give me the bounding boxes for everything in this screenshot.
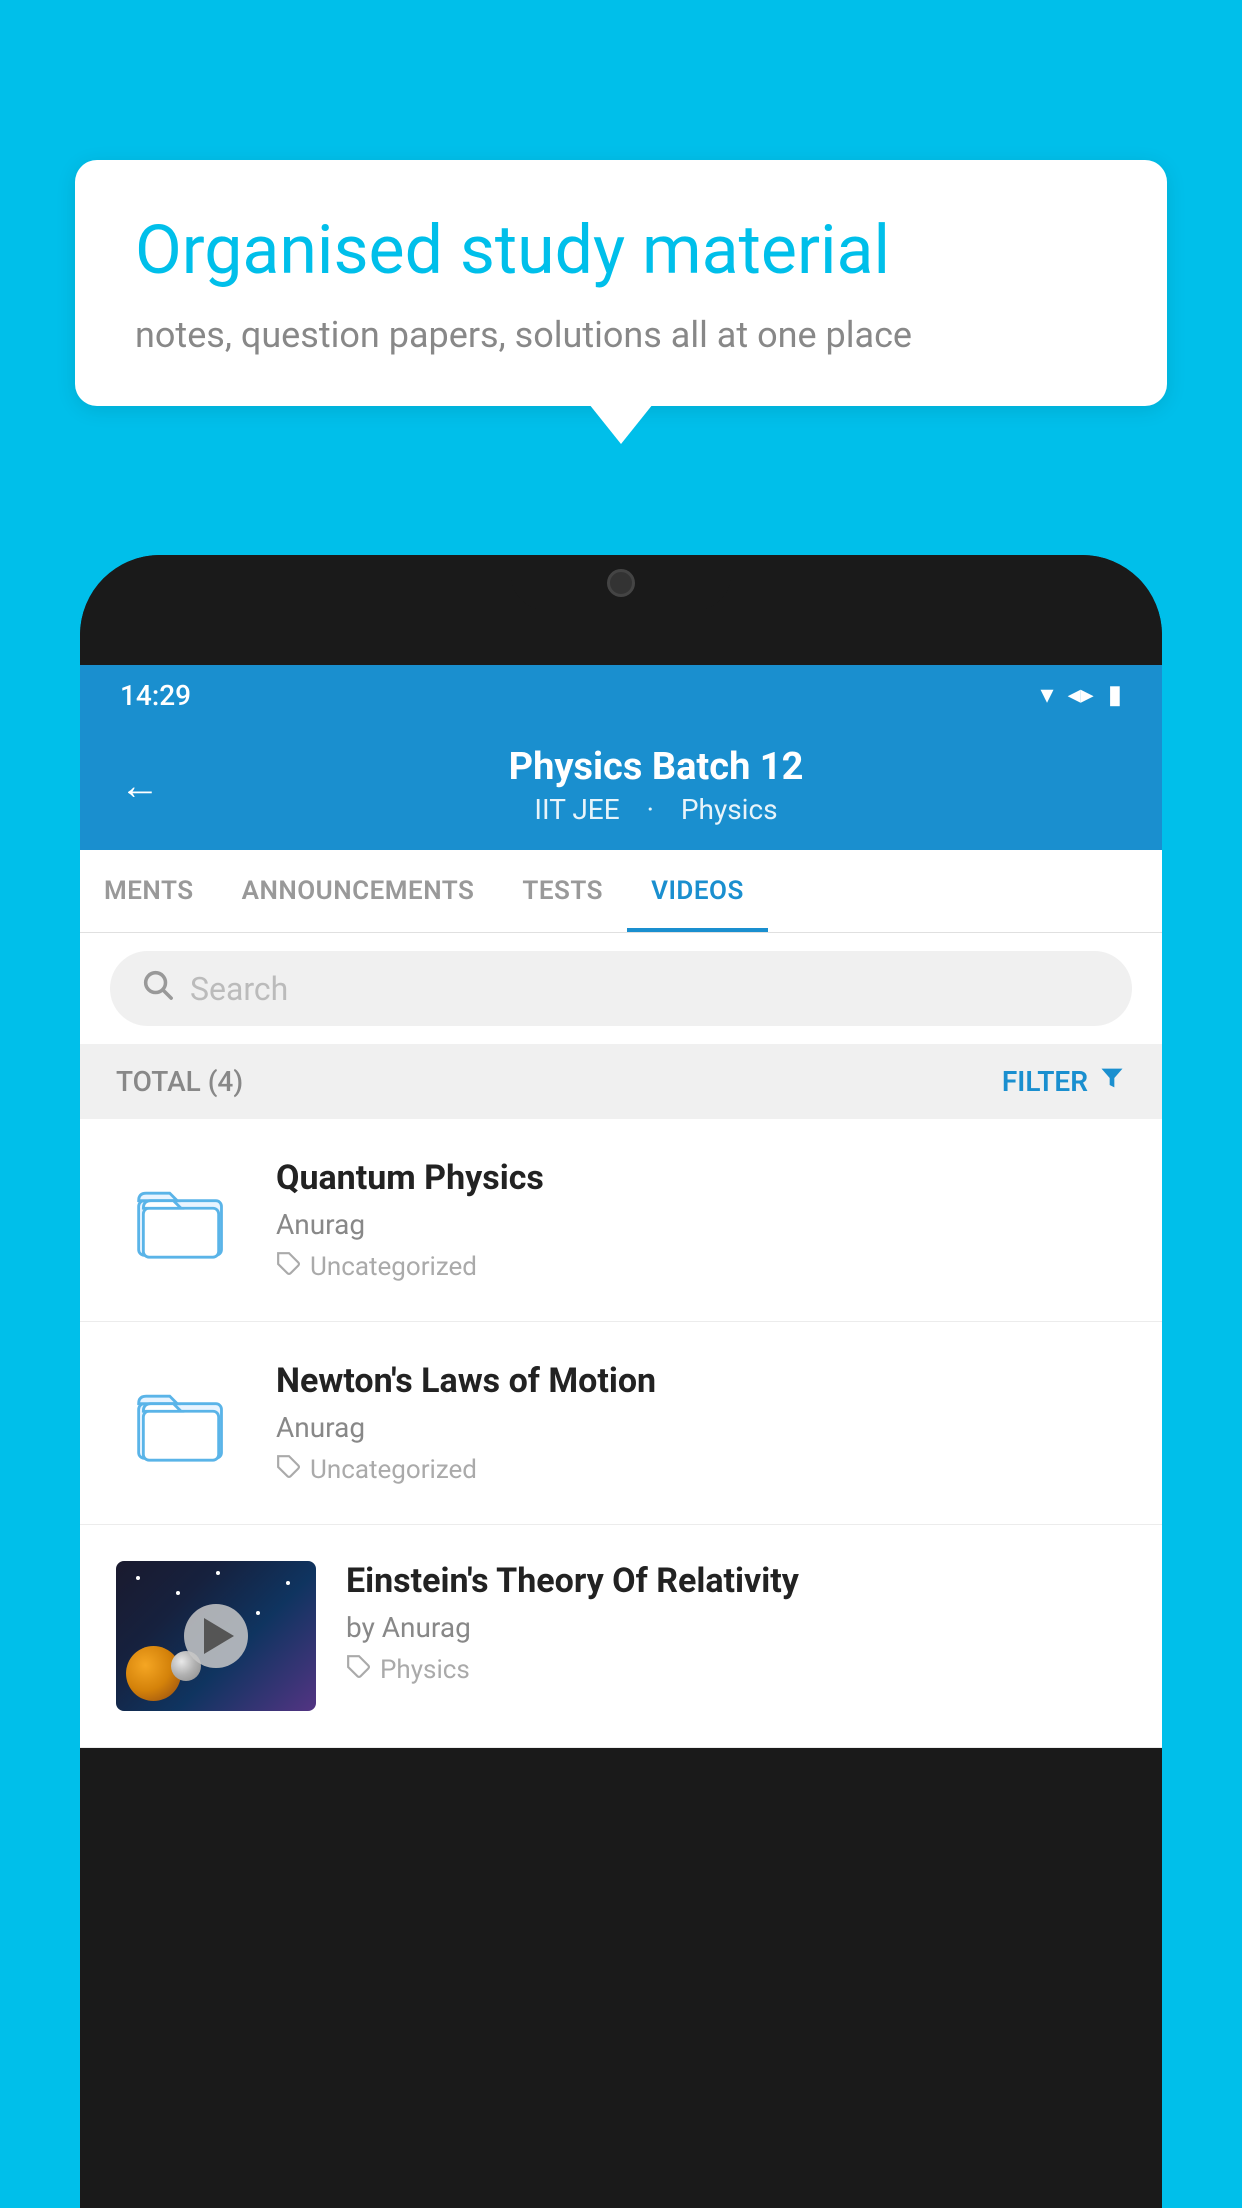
- speech-bubble: Organised study material notes, question…: [75, 160, 1167, 406]
- video-info-2: Newton's Laws of Motion Anurag Uncategor…: [276, 1361, 1126, 1486]
- video-item-2[interactable]: Newton's Laws of Motion Anurag Uncategor…: [80, 1322, 1162, 1525]
- video-author-3: by Anurag: [346, 1611, 1126, 1644]
- folder-icon-1: [131, 1180, 231, 1260]
- folder-icon-2: [131, 1383, 231, 1463]
- video-title-2: Newton's Laws of Motion: [276, 1361, 1126, 1401]
- video-tag-3: Physics: [346, 1654, 1126, 1686]
- back-button[interactable]: ←: [120, 762, 160, 809]
- thumb-2: [116, 1358, 246, 1488]
- video-item-3[interactable]: Einstein's Theory Of Relativity by Anura…: [80, 1525, 1162, 1748]
- subtitle-sep: ·: [647, 793, 661, 826]
- header-info: Physics Batch 12 IIT JEE · Physics: [190, 745, 1122, 826]
- video-item-1[interactable]: Quantum Physics Anurag Uncategorized: [80, 1119, 1162, 1322]
- play-triangle: [204, 1618, 234, 1654]
- tag-icon-3: [346, 1654, 372, 1686]
- tab-ments[interactable]: MENTS: [80, 850, 218, 932]
- phone-frame: 14:29 ▾ ◂▸ ▮ ← Physics Batch 12 IIT JEE …: [80, 555, 1162, 2208]
- bubble-subtitle: notes, question papers, solutions all at…: [135, 314, 1107, 356]
- bubble-title: Organised study material: [135, 210, 1107, 292]
- filter-label: FILTER: [1002, 1065, 1088, 1098]
- video-tag-text-3: Physics: [380, 1655, 470, 1685]
- tab-bar: MENTS ANNOUNCEMENTS TESTS VIDEOS: [80, 850, 1162, 933]
- subtitle-physics: Physics: [681, 793, 778, 826]
- search-wrapper: Search: [80, 933, 1162, 1044]
- video-tag-text-1: Uncategorized: [310, 1252, 477, 1282]
- phone-notch: [511, 555, 731, 610]
- video-info-3: Einstein's Theory Of Relativity by Anura…: [346, 1561, 1126, 1686]
- thumb-3: [116, 1561, 316, 1711]
- play-overlay: [116, 1561, 316, 1711]
- status-time: 14:29: [120, 679, 1041, 712]
- filter-button[interactable]: FILTER: [1002, 1064, 1126, 1099]
- search-placeholder: Search: [190, 970, 288, 1008]
- video-tag-1: Uncategorized: [276, 1251, 1126, 1283]
- status-bar: 14:29 ▾ ◂▸ ▮: [80, 665, 1162, 725]
- video-list: Quantum Physics Anurag Uncategorized: [80, 1119, 1162, 1748]
- tag-icon-2: [276, 1454, 302, 1486]
- tab-tests[interactable]: TESTS: [498, 850, 627, 932]
- battery-icon: ▮: [1108, 680, 1122, 710]
- phone-top: [80, 555, 1162, 665]
- tag-icon-1: [276, 1251, 302, 1283]
- video-author-2: Anurag: [276, 1411, 1126, 1444]
- phone-camera: [607, 569, 635, 597]
- status-icons: ▾ ◂▸ ▮: [1041, 680, 1122, 710]
- wifi-icon: ▾: [1041, 680, 1054, 710]
- filter-icon: [1098, 1064, 1126, 1099]
- tab-videos[interactable]: VIDEOS: [627, 850, 768, 932]
- tab-announcements[interactable]: ANNOUNCEMENTS: [218, 850, 499, 932]
- search-bar[interactable]: Search: [110, 951, 1132, 1026]
- video-info-1: Quantum Physics Anurag Uncategorized: [276, 1158, 1126, 1283]
- subtitle-iit: IIT JEE: [534, 793, 619, 826]
- search-icon: [140, 967, 174, 1010]
- total-count: TOTAL (4): [116, 1065, 243, 1098]
- video-author-1: Anurag: [276, 1208, 1126, 1241]
- filter-bar: TOTAL (4) FILTER: [80, 1044, 1162, 1119]
- header-subtitle: IIT JEE · Physics: [190, 793, 1122, 826]
- video-tag-text-2: Uncategorized: [310, 1455, 477, 1485]
- header-title: Physics Batch 12: [190, 745, 1122, 789]
- thumb-1: [116, 1155, 246, 1285]
- app-header: ← Physics Batch 12 IIT JEE · Physics: [80, 725, 1162, 850]
- video-title-1: Quantum Physics: [276, 1158, 1126, 1198]
- video-title-3: Einstein's Theory Of Relativity: [346, 1561, 1126, 1601]
- signal-icon: ◂▸: [1068, 680, 1094, 710]
- play-button[interactable]: [184, 1604, 248, 1668]
- video-tag-2: Uncategorized: [276, 1454, 1126, 1486]
